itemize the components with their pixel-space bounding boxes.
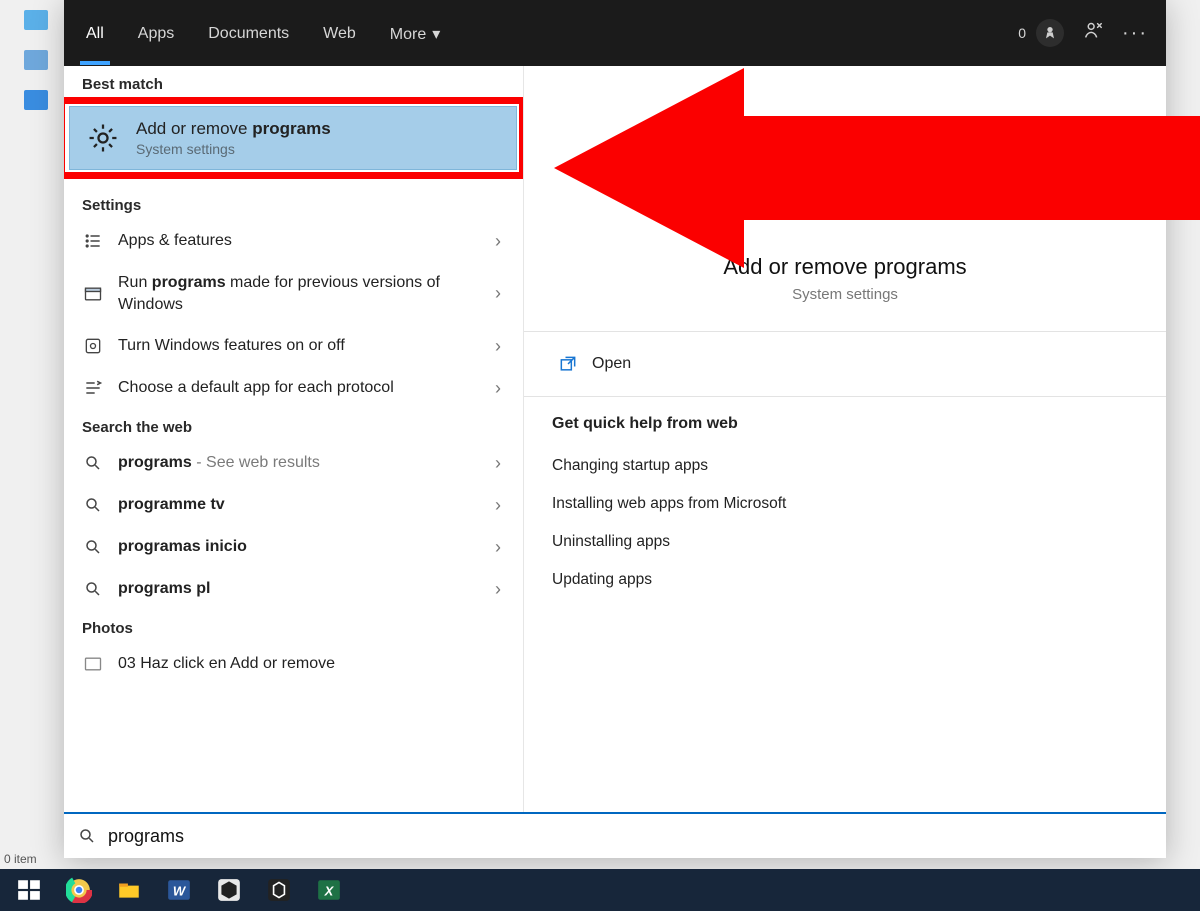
chevron-right-icon: › (491, 283, 505, 304)
list-icon (82, 230, 104, 252)
help-header: Get quick help from web (552, 415, 1138, 433)
open-icon (558, 354, 578, 374)
preview-title: Add or remove programs (552, 254, 1138, 280)
features-icon (82, 335, 104, 357)
item-label: programs pl (118, 578, 477, 600)
gear-icon (86, 121, 120, 155)
search-input[interactable] (108, 826, 1152, 847)
chevron-right-icon: › (491, 579, 505, 600)
protocol-icon (82, 377, 104, 399)
desktop-icon (24, 50, 48, 70)
settings-item-run-previous[interactable]: Run programs made for previous versions … (64, 262, 523, 325)
taskbar-unity[interactable] (256, 869, 302, 911)
taskbar: W X (0, 869, 1200, 911)
photos-item[interactable]: 03 Haz click en Add or remove (64, 643, 523, 685)
item-label: Apps & features (118, 230, 477, 252)
account-icon[interactable] (1082, 20, 1104, 47)
more-options-icon[interactable]: ··· (1122, 22, 1148, 45)
help-link-uninstall[interactable]: Uninstalling apps (552, 523, 1138, 561)
item-label: Run programs made for previous versions … (118, 272, 477, 315)
web-item-programas-inicio[interactable]: programas inicio › (64, 526, 523, 568)
item-label: Choose a default app for each protocol (118, 377, 477, 399)
section-photos: Photos (64, 610, 523, 643)
desktop-icons (24, 0, 48, 120)
start-button[interactable] (6, 869, 52, 911)
taskbar-explorer[interactable] (106, 869, 152, 911)
photo-icon (82, 653, 104, 675)
tab-more[interactable]: More▾ (386, 4, 444, 62)
program-icon (82, 283, 104, 305)
search-icon (78, 827, 96, 845)
help-link-update[interactable]: Updating apps (552, 561, 1138, 599)
chrome-icon (66, 877, 92, 903)
settings-item-default-protocol[interactable]: Choose a default app for each protocol › (64, 367, 523, 409)
settings-item-windows-features[interactable]: Turn Windows features on or off › (64, 325, 523, 367)
chevron-right-icon: › (491, 378, 505, 399)
web-item-programme-tv[interactable]: programme tv › (64, 484, 523, 526)
annotation-highlight: Add or remove programs System settings (64, 97, 524, 179)
search-icon (82, 494, 104, 516)
chevron-right-icon: › (491, 537, 505, 558)
web-item-programs-pl[interactable]: programs pl › (64, 568, 523, 610)
item-label: programme tv (118, 494, 477, 516)
item-label: Turn Windows features on or off (118, 335, 477, 357)
unity-icon (266, 877, 292, 903)
search-icon (82, 578, 104, 600)
svg-text:X: X (324, 883, 335, 898)
folder-icon (116, 877, 142, 903)
item-label: 03 Haz click en Add or remove (118, 653, 505, 675)
preview-subtitle: System settings (552, 286, 1138, 303)
settings-item-apps-features[interactable]: Apps & features › (64, 220, 523, 262)
open-label: Open (592, 355, 631, 373)
word-icon: W (166, 877, 192, 903)
chevron-right-icon: › (491, 336, 505, 357)
search-icon (82, 536, 104, 558)
help-link-install-web[interactable]: Installing web apps from Microsoft (552, 485, 1138, 523)
taskbar-chrome[interactable] (56, 869, 102, 911)
best-match-subtitle: System settings (136, 141, 331, 157)
chevron-right-icon: › (491, 495, 505, 516)
desktop-icon (24, 90, 48, 110)
chevron-right-icon: › (491, 231, 505, 252)
preview-right-column: Add or remove programs System settings O… (524, 66, 1166, 812)
desktop-icon (24, 10, 48, 30)
help-link-startup[interactable]: Changing startup apps (552, 447, 1138, 485)
item-label: programas inicio (118, 536, 477, 558)
results-left-column: Best match Add or remove programs System… (64, 66, 524, 812)
rewards-badge-icon[interactable] (1036, 19, 1064, 47)
search-icon (82, 452, 104, 474)
section-settings: Settings (64, 187, 523, 220)
taskbar-word[interactable]: W (156, 869, 202, 911)
unity-hub-icon (216, 877, 242, 903)
svg-text:W: W (173, 883, 187, 898)
web-item-programs[interactable]: programs - See web results › (64, 442, 523, 484)
section-search-web: Search the web (64, 409, 523, 442)
search-tabbar: All Apps Documents Web More▾ 0 ··· (64, 0, 1166, 66)
excel-icon: X (316, 877, 342, 903)
tab-documents[interactable]: Documents (204, 5, 293, 61)
search-input-row (64, 812, 1166, 858)
taskbar-excel[interactable]: X (306, 869, 352, 911)
taskbar-unity-hub[interactable] (206, 869, 252, 911)
chevron-right-icon: › (491, 453, 505, 474)
best-match-title: Add or remove programs (136, 119, 331, 139)
best-match-item[interactable]: Add or remove programs System settings (69, 106, 517, 170)
tab-all[interactable]: All (82, 5, 108, 61)
explorer-status: 0 item (4, 852, 37, 866)
rewards-points: 0 (1018, 25, 1026, 41)
open-action[interactable]: Open (552, 332, 1138, 396)
tab-apps[interactable]: Apps (134, 5, 178, 61)
tab-web[interactable]: Web (319, 5, 360, 61)
chevron-down-icon: ▾ (432, 26, 440, 43)
section-best-match: Best match (64, 66, 523, 99)
windows-search-panel: All Apps Documents Web More▾ 0 ··· Best … (64, 0, 1166, 858)
item-label: programs - See web results (118, 452, 477, 474)
windows-icon (16, 877, 42, 903)
